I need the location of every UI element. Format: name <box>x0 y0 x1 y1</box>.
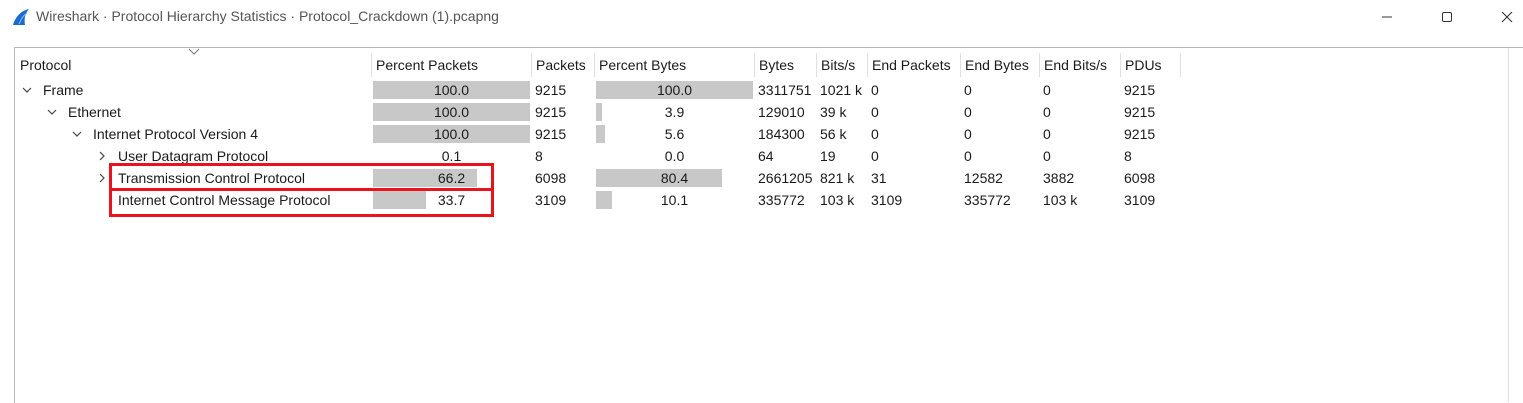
close-icon <box>1501 11 1513 23</box>
chevron-right-icon[interactable] <box>96 150 108 162</box>
percent-packets-value: 0.1 <box>441 148 462 164</box>
end-packets-value: 3109 <box>871 192 903 208</box>
percent-packets-value: 33.7 <box>437 192 466 208</box>
bytes-value: 184300 <box>758 126 805 142</box>
column-header-end-packets[interactable]: End Packets <box>867 53 960 77</box>
end-packets-value: 0 <box>871 104 879 120</box>
pdus-value: 9215 <box>1124 82 1156 98</box>
tree-row-frame[interactable]: Frame 100.0 9215 100.0 3311751 1021 k 0 0 0 9215 <box>15 79 1509 101</box>
chevron-down-icon[interactable] <box>21 84 33 96</box>
packets-value: 9215 <box>535 104 567 120</box>
protocol-name: Internet Control Message Protocol <box>118 192 331 208</box>
column-header-end-bytes[interactable]: End Bytes <box>960 53 1039 77</box>
percent-bytes-value: 3.9 <box>664 104 685 120</box>
tree-row-ethernet[interactable]: Ethernet 100.0 9215 3.9 129010 39 k 0 0 0 9215 <box>15 101 1509 123</box>
bytes-value: 3311751 <box>758 82 812 98</box>
bytes-value: 2661205 <box>758 170 813 186</box>
packets-value: 3109 <box>535 192 567 208</box>
end-packets-value: 0 <box>871 126 879 142</box>
percent-bytes-value: 5.6 <box>664 126 685 142</box>
bytes-value: 64 <box>758 148 774 164</box>
end-bytes-value: 12582 <box>964 170 1003 186</box>
protocol-name: Internet Protocol Version 4 <box>93 126 258 142</box>
percent-packets-value: 100.0 <box>433 104 470 120</box>
percent-bytes-value: 80.4 <box>660 170 689 186</box>
percent-bytes-value: 100.0 <box>656 82 693 98</box>
end-packets-value: 0 <box>871 82 879 98</box>
chevron-down-icon[interactable] <box>71 128 83 140</box>
pdus-value: 9215 <box>1124 104 1156 120</box>
bits-per-sec-value: 39 k <box>820 104 847 120</box>
end-bits-per-sec-value: 0 <box>1043 148 1051 164</box>
percent-packets-value: 100.0 <box>433 82 470 98</box>
tree-row-udp[interactable]: User Datagram Protocol 0.1 8 0.0 64 19 0 0 0 8 <box>15 145 1509 167</box>
minimize-icon <box>1382 16 1392 18</box>
end-packets-value: 31 <box>871 170 887 186</box>
percent-bytes-value: 0.0 <box>664 148 685 164</box>
close-button[interactable] <box>1482 0 1523 34</box>
pdus-value: 8 <box>1124 148 1132 164</box>
bits-per-sec-value: 56 k <box>820 126 847 142</box>
end-bytes-value: 335772 <box>964 192 1011 208</box>
column-header-bytes[interactable]: Bytes <box>754 53 816 77</box>
packets-value: 8 <box>535 148 543 164</box>
column-header-percent-bytes[interactable]: Percent Bytes <box>594 53 754 77</box>
bits-per-sec-value: 1021 k <box>820 82 863 98</box>
column-header-protocol[interactable]: Protocol <box>15 53 371 77</box>
tree-row-icmp[interactable]: Internet Control Message Protocol 33.7 310… <box>15 189 1509 211</box>
maximize-icon <box>1442 12 1452 22</box>
window-title: Wireshark · Protocol Hierarchy Statistic… <box>36 8 499 24</box>
chevron-down-icon[interactable] <box>46 106 58 118</box>
bytes-value: 129010 <box>758 104 805 120</box>
pdus-value: 9215 <box>1124 126 1156 142</box>
end-packets-value: 0 <box>871 148 879 164</box>
column-header-packets[interactable]: Packets <box>531 53 594 77</box>
end-bits-per-sec-value: 0 <box>1043 82 1051 98</box>
end-bytes-value: 0 <box>964 104 972 120</box>
bits-per-sec-value: 821 k <box>820 170 855 186</box>
bits-per-sec-value: 103 k <box>820 192 855 208</box>
pdus-value: 3109 <box>1124 192 1156 208</box>
chevron-right-icon[interactable] <box>96 172 108 184</box>
percent-bytes-value: 10.1 <box>660 192 689 208</box>
protocol-name: Transmission Control Protocol <box>118 170 305 186</box>
end-bits-per-sec-value: 3882 <box>1043 170 1075 186</box>
bits-per-sec-value: 19 <box>820 148 836 164</box>
protocol-name: User Datagram Protocol <box>118 148 269 164</box>
protocol-name: Frame <box>43 82 84 98</box>
tree-row-tcp[interactable]: Transmission Control Protocol 66.2 6098 80.… <box>15 167 1509 189</box>
pdus-value: 6098 <box>1124 170 1156 186</box>
wireshark-fin-icon <box>13 9 29 25</box>
end-bits-per-sec-value: 0 <box>1043 104 1051 120</box>
column-header-row: Protocol Percent Packets Packets Percent… <box>15 53 1509 77</box>
tree-row-ipv4[interactable]: Internet Protocol Version 4 100.0 9215 5.6 1… <box>15 123 1509 145</box>
end-bits-per-sec-value: 0 <box>1043 126 1051 142</box>
column-header-bits-per-sec[interactable]: Bits/s <box>816 53 867 77</box>
packets-value: 9215 <box>535 82 567 98</box>
end-bytes-value: 0 <box>964 82 972 98</box>
protocol-name: Ethernet <box>68 104 121 120</box>
column-header-percent-packets[interactable]: Percent Packets <box>371 53 531 77</box>
maximize-button[interactable] <box>1422 0 1472 34</box>
percent-packets-value: 100.0 <box>433 126 470 142</box>
packets-value: 6098 <box>535 170 567 186</box>
minimize-button[interactable] <box>1362 0 1412 34</box>
column-header-pdus[interactable]: PDUs <box>1120 53 1180 77</box>
title-bar: Wireshark · Protocol Hierarchy Statistic… <box>0 0 1523 34</box>
end-bits-per-sec-value: 103 k <box>1043 192 1078 208</box>
end-bytes-value: 0 <box>964 148 972 164</box>
column-header-end-bits-per-sec[interactable]: End Bits/s <box>1039 53 1120 77</box>
bytes-value: 335772 <box>758 192 805 208</box>
end-bytes-value: 0 <box>964 126 972 142</box>
packets-value: 9215 <box>535 126 567 142</box>
vertical-scrollbar[interactable] <box>1508 48 1523 402</box>
percent-packets-value: 66.2 <box>437 170 466 186</box>
